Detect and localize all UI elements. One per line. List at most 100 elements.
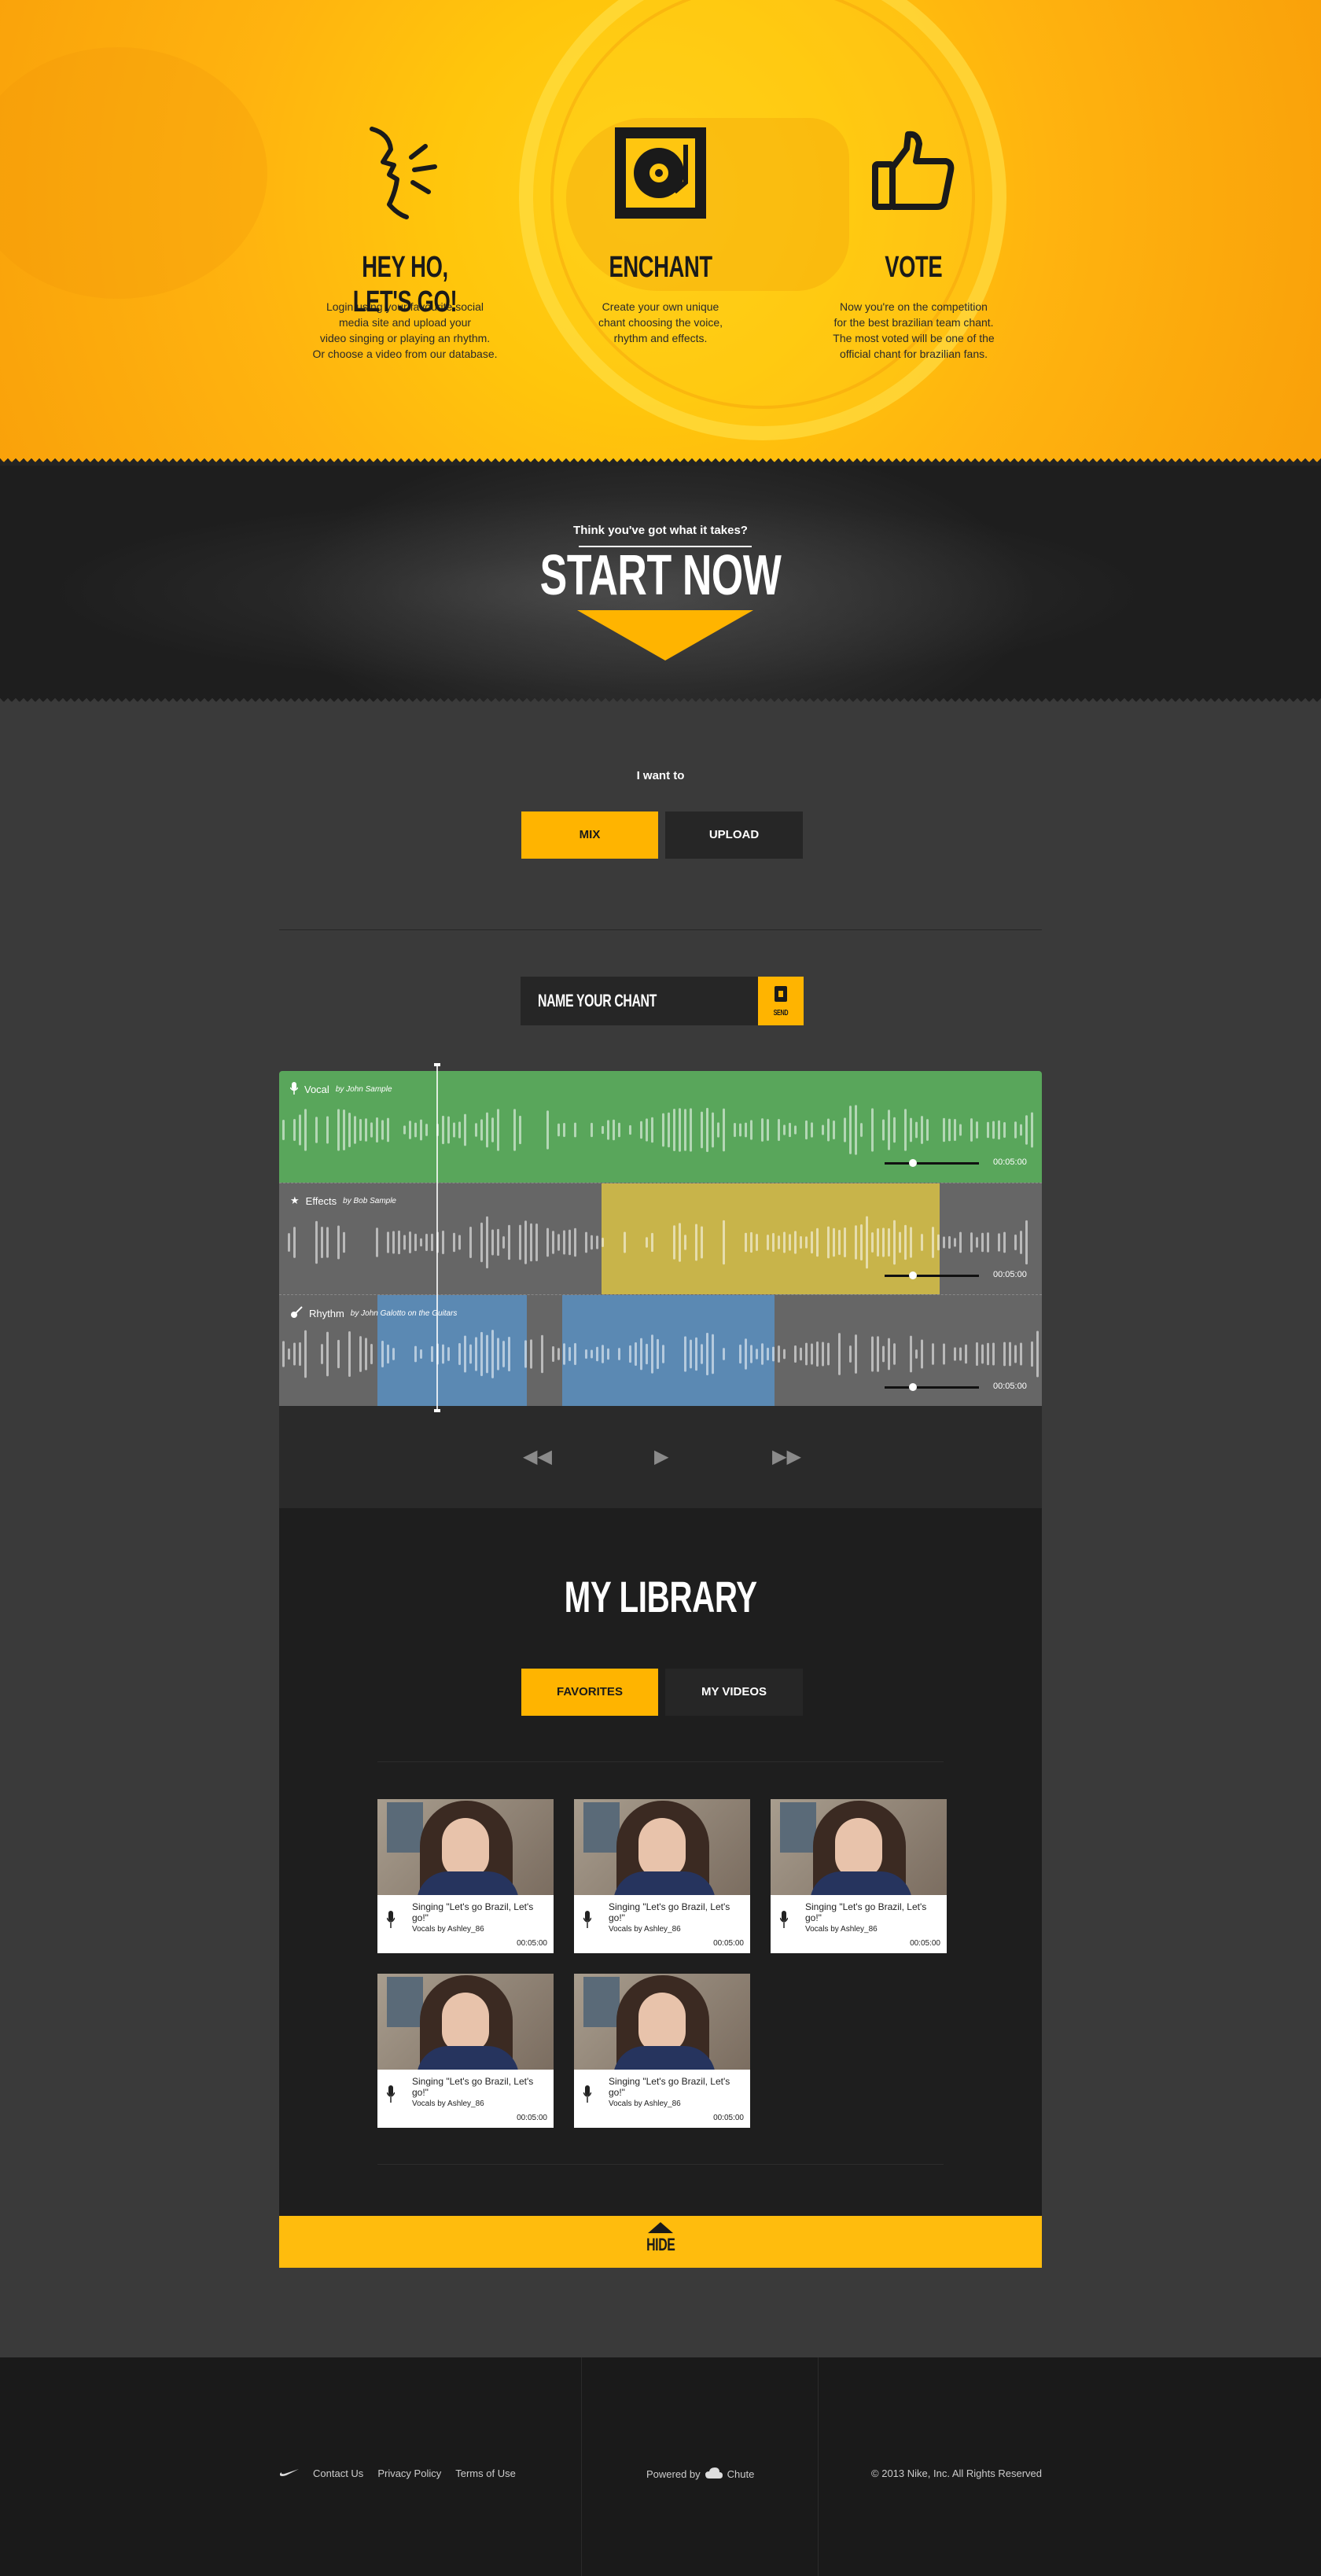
feature-enchant: ENCHANT Create your own unique chant cho… xyxy=(558,126,763,346)
fast-forward-icon[interactable]: ▶▶ xyxy=(772,1445,801,1468)
waveform-bar xyxy=(299,1114,301,1146)
waveform-bar xyxy=(535,1224,538,1261)
waveform-bar xyxy=(288,1348,290,1360)
waveform-bar xyxy=(315,1117,318,1143)
send-button[interactable]: SEND xyxy=(758,977,804,1025)
waveform-bar xyxy=(552,1231,554,1254)
waveform-bar xyxy=(921,1234,923,1251)
waveform-bar xyxy=(563,1343,565,1365)
track-vocal[interactable]: Vocal by John Sample 00:05:00 xyxy=(279,1071,1042,1183)
waveform-bar xyxy=(959,1124,962,1136)
video-duration: 00:05:00 xyxy=(910,1939,940,1948)
divider xyxy=(377,2164,944,2165)
waveform-bar xyxy=(783,1124,786,1135)
waveform-bar xyxy=(293,1119,296,1141)
tab-upload[interactable]: UPLOAD xyxy=(665,811,803,859)
waveform-bar xyxy=(304,1109,307,1151)
thumbnail-poster xyxy=(387,1802,423,1853)
volume-knob[interactable] xyxy=(909,1271,917,1279)
video-card[interactable]: Singing "Let's go Brazil, Let's go!" Voca… xyxy=(574,1974,750,2128)
waveform-bar xyxy=(734,1122,736,1138)
video-thumbnail[interactable] xyxy=(574,1799,750,1895)
tab-my-videos[interactable]: MY VIDEOS xyxy=(665,1669,803,1716)
waveform-bar xyxy=(690,1339,692,1369)
chant-name-input[interactable]: NAME YOUR CHANT xyxy=(521,977,758,1025)
tab-favorites[interactable]: FAVORITES xyxy=(521,1669,658,1716)
volume-knob[interactable] xyxy=(909,1383,917,1391)
hide-button[interactable]: HIDE xyxy=(279,2216,1042,2268)
waveform-bar xyxy=(948,1236,951,1249)
tab-mix[interactable]: MIX xyxy=(521,811,658,859)
volume-slider[interactable] xyxy=(885,1271,979,1279)
video-author: Vocals by Ashley_86 xyxy=(609,1925,681,1934)
waveform-bar xyxy=(772,1346,775,1362)
waveform-bar xyxy=(464,1113,466,1146)
waveform-bar xyxy=(574,1343,576,1365)
video-thumbnail[interactable] xyxy=(574,1974,750,2070)
start-now-button[interactable]: START NOW xyxy=(0,544,1321,607)
video-author: Vocals by Ashley_86 xyxy=(412,2099,484,2108)
video-thumbnail[interactable] xyxy=(377,1974,554,2070)
video-card[interactable]: Singing "Let's go Brazil, Let's go!" Voca… xyxy=(771,1799,947,1953)
waveform-bar xyxy=(414,1233,417,1252)
volume-knob[interactable] xyxy=(909,1159,917,1167)
waveform-bar xyxy=(530,1339,532,1369)
video-thumbnail[interactable] xyxy=(377,1799,554,1895)
video-card[interactable]: Singing "Let's go Brazil, Let's go!" Voca… xyxy=(377,1799,554,1953)
waveform-bar xyxy=(723,1348,725,1360)
rewind-icon[interactable]: ◀◀ xyxy=(523,1445,552,1468)
track-effects[interactable]: ★ Effects by Bob Sample 00:05:00 xyxy=(279,1183,1042,1294)
playhead-handle[interactable] xyxy=(434,1063,440,1412)
waveform-bar xyxy=(893,1343,896,1365)
waveform-bar xyxy=(563,1122,565,1138)
waveform-bar xyxy=(959,1347,962,1361)
zigzag-divider xyxy=(0,698,1321,705)
waveform-bar xyxy=(910,1117,912,1143)
waveform-bar xyxy=(425,1124,428,1136)
waveform-bar xyxy=(337,1225,340,1260)
microphone-icon xyxy=(289,1082,299,1097)
video-thumbnail[interactable] xyxy=(771,1799,947,1895)
video-card[interactable]: Singing "Let's go Brazil, Let's go!" Voca… xyxy=(574,1799,750,1953)
waveform-bar xyxy=(1025,1115,1028,1145)
track-rhythm[interactable]: Rhythm by John Galotto on the Guitars 00:… xyxy=(279,1294,1042,1406)
waveform-bar xyxy=(480,1222,483,1263)
start-arrow-icon[interactable] xyxy=(577,610,753,661)
microphone-icon xyxy=(583,2085,591,2103)
waveform-bar xyxy=(508,1337,510,1371)
waveform-bar xyxy=(1025,1220,1028,1265)
terms-link[interactable]: Terms of Use xyxy=(455,2467,516,2479)
waveform-bar xyxy=(563,1230,565,1255)
waveform-bar xyxy=(805,1236,808,1249)
waveform-bar xyxy=(651,1117,653,1143)
nike-swoosh-icon[interactable] xyxy=(279,2467,299,2479)
video-card[interactable]: Singing "Let's go Brazil, Let's go!" Voca… xyxy=(377,1974,554,2128)
volume-slider[interactable] xyxy=(885,1383,979,1391)
waveform-bar xyxy=(789,1122,791,1138)
waveform-bar xyxy=(937,1234,940,1251)
waveform-bar xyxy=(420,1349,422,1360)
waveform-bar xyxy=(888,1110,890,1150)
waveform-bar xyxy=(370,1122,373,1138)
divider xyxy=(279,929,1042,930)
shout-icon xyxy=(303,126,507,220)
waveform-bar xyxy=(458,1235,461,1250)
waveform-bar xyxy=(1014,1121,1017,1139)
waveform-bar xyxy=(596,1235,598,1249)
video-title: Singing "Let's go Brazil, Let's go!" xyxy=(805,1901,927,1923)
privacy-link[interactable]: Privacy Policy xyxy=(377,2467,441,2479)
waveform-bar xyxy=(778,1345,780,1363)
waveform-bar xyxy=(392,1348,395,1360)
waveform-bar xyxy=(651,1232,653,1253)
waveform-bar xyxy=(602,1345,604,1363)
waveform-bar xyxy=(888,1227,890,1257)
waveform-bar xyxy=(838,1333,841,1375)
play-icon[interactable]: ▶ xyxy=(654,1445,668,1468)
waveform-bar xyxy=(591,1235,593,1250)
waveform-bar xyxy=(546,1227,549,1257)
volume-slider[interactable] xyxy=(885,1159,979,1167)
contact-link[interactable]: Contact Us xyxy=(313,2467,363,2479)
waveform-bar xyxy=(409,1121,411,1139)
chute-link[interactable]: Chute xyxy=(727,2468,755,2480)
waveform-bar xyxy=(1003,1341,1006,1367)
